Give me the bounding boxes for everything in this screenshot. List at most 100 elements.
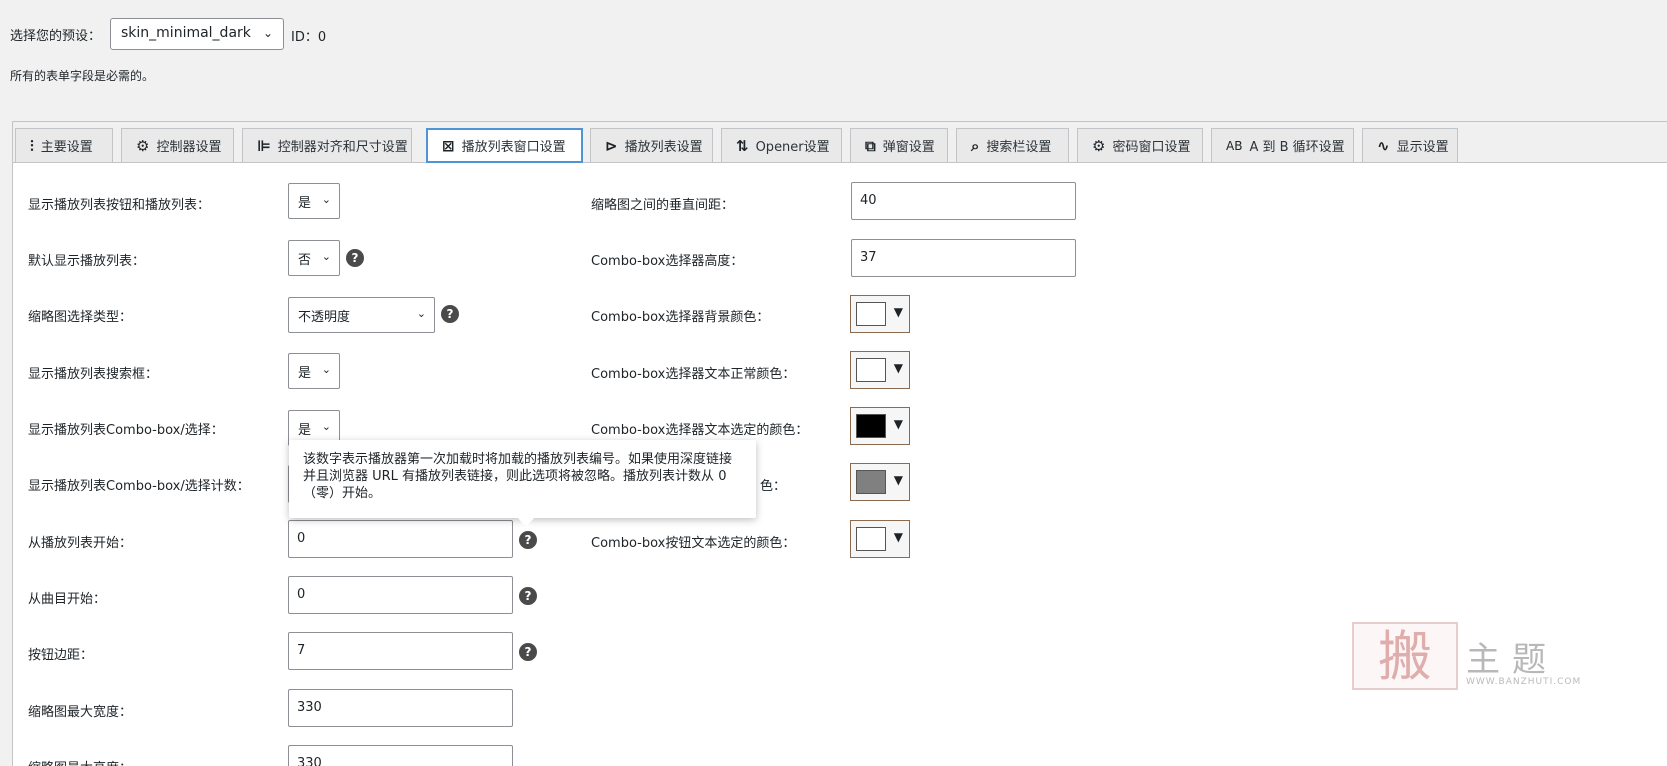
color-swatch xyxy=(856,414,886,438)
field-label: Combo-box选择器文本选定的颜色： xyxy=(591,423,809,438)
ab-loop-icon: AB xyxy=(1226,138,1243,153)
gear-icon: ⚙ xyxy=(1092,136,1106,155)
sliders-icon: ⫶ xyxy=(30,136,34,155)
tooltip-pointer xyxy=(517,517,535,527)
field-label: 从播放列表开始： xyxy=(28,536,133,551)
field-label: 色： xyxy=(760,479,787,494)
color-swatch xyxy=(856,358,886,382)
chevron-down-icon: ⌄ xyxy=(321,363,331,376)
select-value: 不透明度 xyxy=(298,310,351,325)
color-swatch xyxy=(856,302,886,326)
help-icon[interactable]: ? xyxy=(519,643,537,661)
show-playlist-search-select[interactable]: 是 ⌄ xyxy=(288,353,340,389)
dropdown-arrow-icon: ▼ xyxy=(893,530,903,544)
combobox-text-selected-color-picker[interactable]: ▼ xyxy=(850,407,910,445)
watermark-seal: 搬 xyxy=(1352,622,1458,690)
field-label: 缩略图最大宽度： xyxy=(28,705,133,720)
playlist-window-icon: ⊠ xyxy=(442,136,455,155)
tab-opener-settings[interactable]: ⇅ Opener设置 xyxy=(721,128,842,162)
combobox-selector-height-input[interactable]: 37 xyxy=(851,239,1076,277)
preset-select[interactable]: skin_minimal_dark ⌄ xyxy=(110,18,284,50)
field-label: 显示播放列表搜索框： xyxy=(28,367,159,382)
input-value: 37 xyxy=(860,250,877,265)
tab-label: 控制器设置 xyxy=(156,140,222,155)
help-icon[interactable]: ? xyxy=(441,305,459,323)
tab-label: 播放列表窗口设置 xyxy=(461,140,566,155)
tab-controller-align[interactable]: ⊫ 控制器对齐和尺寸设置 xyxy=(242,128,412,162)
select-value: 是 xyxy=(298,366,312,381)
color-swatch xyxy=(856,527,886,551)
chevron-down-icon: ⌄ xyxy=(321,193,331,206)
thumbnail-selection-type-select[interactable]: 不透明度 ⌄ xyxy=(288,297,435,333)
field-label: 缩略图选择类型： xyxy=(28,310,133,325)
tab-main-settings[interactable]: ⫶ 主要设置 xyxy=(15,128,113,162)
tab-controller-settings[interactable]: ⚙ 控制器设置 xyxy=(121,128,234,162)
combobox-button-text-selected-color-picker[interactable]: ▼ xyxy=(850,520,910,558)
field-label: Combo-box选择器文本正常颜色： xyxy=(591,367,796,382)
tab-label: 密码窗口设置 xyxy=(1112,140,1191,155)
watermark-title: 主题 xyxy=(1466,640,1558,680)
tab-playlist-window[interactable]: ⊠ 播放列表窗口设置 xyxy=(426,128,583,163)
field-label: 默认显示播放列表： xyxy=(28,254,146,269)
input-value: 0 xyxy=(297,587,306,602)
start-playlist-input[interactable]: 0 xyxy=(288,520,513,558)
combobox-bg-color-picker[interactable]: ▼ xyxy=(850,295,910,333)
preset-select-value: skin_minimal_dark xyxy=(121,25,251,41)
tab-label: Opener设置 xyxy=(755,140,830,155)
tooltip-line: 该数字表示播放器第一次加载时将加载的播放列表编号。如果使用深度链接 xyxy=(303,452,733,467)
input-value: 330 xyxy=(297,756,322,766)
tooltip-line: （零）开始。 xyxy=(303,486,382,501)
thumbnail-max-width-input[interactable]: 330 xyxy=(288,689,513,727)
combobox-text-normal-color-picker[interactable]: ▼ xyxy=(850,351,910,389)
waveform-icon: ∿ xyxy=(1377,136,1390,155)
preset-label: 选择您的预设： xyxy=(10,29,102,44)
watermark-url: WWW.BANZHUTI.COM xyxy=(1466,677,1582,687)
chevron-down-icon: ⌄ xyxy=(321,420,331,433)
input-value: 0 xyxy=(297,531,306,546)
tab-label: 搜索栏设置 xyxy=(986,140,1052,155)
tab-label: 主要设置 xyxy=(40,140,93,155)
preset-id: ID：0 xyxy=(291,30,327,45)
start-track-input[interactable]: 0 xyxy=(288,576,513,614)
thumbnail-vertical-spacing-input[interactable]: 40 xyxy=(851,182,1076,220)
tab-label: 控制器对齐和尺寸设置 xyxy=(277,140,408,155)
tab-label: A 到 B 循环设置 xyxy=(1249,140,1345,155)
tooltip-line: 并且浏览器 URL 有播放列表链接，则此选项将被忽略。播放列表计数从 0 xyxy=(303,469,727,484)
field-label: 缩略图之间的垂直间距： xyxy=(591,198,735,213)
select-value: 否 xyxy=(298,253,312,268)
field-label: 显示播放列表Combo-box/选择计数： xyxy=(28,479,250,494)
tab-ab-loop[interactable]: AB A 到 B 循环设置 xyxy=(1211,128,1354,162)
help-icon[interactable]: ? xyxy=(519,531,537,549)
color-swatch xyxy=(856,470,886,494)
tab-display-settings[interactable]: ∿ 显示设置 xyxy=(1362,128,1458,162)
field-label: 显示播放列表Combo-box/选择： xyxy=(28,423,224,438)
default-show-playlist-select[interactable]: 否 ⌄ xyxy=(288,240,340,276)
tab-search-bar[interactable]: ⌕ 搜索栏设置 xyxy=(956,128,1069,162)
dropdown-arrow-icon: ▼ xyxy=(893,361,903,375)
help-tooltip: 该数字表示播放器第一次加载时将加载的播放列表编号。如果使用深度链接 并且浏览器 … xyxy=(289,440,756,518)
thumbnail-max-height-input[interactable]: 330 xyxy=(288,745,513,766)
help-icon[interactable]: ? xyxy=(519,587,537,605)
tab-label: 显示设置 xyxy=(1396,140,1449,155)
field-label: 从曲目开始： xyxy=(28,592,107,607)
button-margin-input[interactable]: 7 xyxy=(288,632,513,670)
playlist-icon: ⊳ xyxy=(605,136,618,155)
input-value: 40 xyxy=(860,193,877,208)
show-playlist-select[interactable]: 是 ⌄ xyxy=(288,183,340,219)
dropdown-arrow-icon: ▼ xyxy=(893,417,903,431)
search-bar-icon: ⌕ xyxy=(971,136,980,155)
field-label: Combo-box选择器高度： xyxy=(591,254,744,269)
tab-password-window[interactable]: ⚙ 密码窗口设置 xyxy=(1077,128,1203,162)
help-icon[interactable]: ? xyxy=(346,249,364,267)
field-label: 按钮边距： xyxy=(28,648,94,663)
chevron-down-icon: ⌄ xyxy=(321,250,331,263)
tab-popup-settings[interactable]: ⧉ 弹窗设置 xyxy=(850,128,948,162)
input-value: 330 xyxy=(297,700,322,715)
field-label: Combo-box按钮文本选定的颜色： xyxy=(591,536,796,551)
select-value: 是 xyxy=(298,196,312,211)
combobox-button-color-picker[interactable]: ▼ xyxy=(850,463,910,501)
field-label: 显示播放列表按钮和播放列表： xyxy=(28,198,211,213)
input-value: 7 xyxy=(297,643,306,658)
tab-playlist-settings[interactable]: ⊳ 播放列表设置 xyxy=(590,128,713,162)
dropdown-arrow-icon: ▼ xyxy=(893,473,903,487)
